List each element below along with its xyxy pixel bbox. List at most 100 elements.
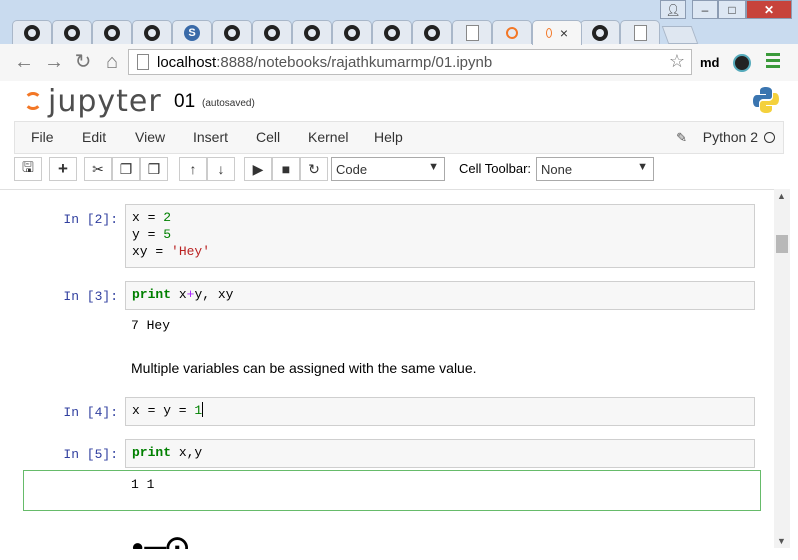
reload-button[interactable]: ↻	[72, 51, 94, 73]
paste-button[interactable]: ❒	[140, 157, 168, 181]
tab-jupyter-1[interactable]	[492, 20, 532, 45]
tab-github-3[interactable]	[92, 20, 132, 45]
plus-icon: +	[58, 159, 68, 178]
notebook-container: In [2]: x = 2y = 5 xy = 'Hey' In [3]: pri…	[0, 189, 774, 549]
scissors-icon: ✂	[92, 160, 104, 177]
tab-github-9[interactable]	[372, 20, 412, 45]
tab-github-2[interactable]	[52, 20, 92, 45]
jupyter-icon	[506, 27, 518, 39]
cell-prompt: In [4]:	[63, 405, 118, 420]
menu-insert[interactable]: Insert	[193, 129, 228, 145]
code-cell-input[interactable]: print x,y	[125, 439, 755, 468]
copy-button[interactable]: ❐	[112, 157, 140, 181]
sourcegraph-icon: S	[184, 25, 200, 41]
profile-label[interactable]: md	[700, 55, 720, 70]
cell-output: 1 1	[131, 477, 155, 492]
cut-button[interactable]: ✂	[84, 157, 112, 181]
menu-edit[interactable]: Edit	[82, 129, 106, 145]
menu-kernel[interactable]: Kernel	[308, 129, 348, 145]
reload-icon: ↻	[74, 51, 92, 73]
tab-github-6[interactable]	[252, 20, 292, 45]
scroll-down-icon[interactable]: ▼	[777, 536, 786, 546]
github-icon	[592, 25, 608, 41]
new-tab-button[interactable]	[661, 26, 699, 44]
tab-github-8[interactable]	[332, 20, 372, 45]
arrow-down-icon: ↓	[217, 161, 225, 177]
play-icon: ▶	[252, 160, 264, 177]
close-window-button[interactable]: ✕	[746, 0, 792, 19]
bookmark-star-icon[interactable]: ☆	[669, 51, 685, 72]
github-icon	[304, 25, 320, 41]
menu-bar: File Edit View Insert Cell Kernel Help ✎…	[14, 121, 784, 154]
jupyter-logo[interactable]: jupyter	[24, 84, 162, 119]
tab-document-1[interactable]	[452, 20, 492, 45]
extension-icon[interactable]	[733, 54, 751, 72]
tab-github-7[interactable]	[292, 20, 332, 45]
markdown-cell[interactable]: Multiple variables can be assigned with …	[131, 360, 477, 376]
github-icon	[384, 25, 400, 41]
menu-help[interactable]: Help	[374, 129, 403, 145]
forward-arrow-icon: →	[44, 51, 64, 73]
notebook-toolbar: 🖫︎ + ✂ ❐ ❒ ↑ ↓ ▶ ■ ↻ Code ▼ Cell Toolbar…	[14, 157, 784, 185]
scroll-up-icon[interactable]: ▲	[777, 191, 786, 201]
document-icon	[465, 25, 479, 41]
move-down-button[interactable]: ↓	[207, 157, 235, 181]
paste-icon: ❒	[147, 160, 161, 177]
github-icon	[104, 25, 120, 41]
interrupt-button[interactable]: ■	[272, 157, 300, 181]
close-tab-icon[interactable]: ×	[560, 25, 568, 41]
insert-cell-button[interactable]: +	[49, 157, 77, 181]
address-bar[interactable]: localhost:8888/notebooks/rajathkumarmp/0…	[128, 49, 692, 75]
page-icon	[137, 54, 149, 70]
stop-icon: ■	[281, 161, 291, 177]
menu-file[interactable]: File	[31, 129, 54, 145]
cell-toolbar-select[interactable]: None ▼	[536, 157, 654, 181]
move-up-button[interactable]: ↑	[179, 157, 207, 181]
cell-toolbar-value: None	[541, 162, 573, 177]
notebook-name[interactable]: 01	[174, 91, 195, 113]
copy-icon: ❐	[119, 160, 133, 177]
cell-output: 7 Hey	[131, 318, 171, 333]
heading-partial: ●—⨀	[131, 534, 189, 549]
cell-type-select[interactable]: Code ▼	[331, 157, 445, 181]
tab-github-11[interactable]	[580, 20, 620, 45]
browser-titlebar: S × 👤︎ – □ ✕	[0, 0, 798, 45]
user-profile-button[interactable]: 👤︎	[660, 0, 686, 19]
code-cell-input-active[interactable]: x = y = 1	[125, 397, 755, 426]
tab-github-10[interactable]	[412, 20, 452, 45]
kernel-name: Python 2	[702, 129, 758, 145]
tab-github-1[interactable]	[12, 20, 52, 45]
github-icon	[24, 25, 40, 41]
restart-button[interactable]: ↻	[300, 157, 328, 181]
dropdown-arrow-icon: ▼	[637, 161, 648, 173]
document-icon	[633, 25, 647, 41]
dropdown-arrow-icon: ▼	[428, 161, 439, 173]
tab-github-5[interactable]	[212, 20, 252, 45]
tab-github-4[interactable]	[132, 20, 172, 45]
home-button[interactable]: ⌂	[101, 51, 123, 73]
code-cell-input[interactable]: x = 2y = 5 xy = 'Hey'	[125, 204, 755, 268]
minimize-icon: –	[701, 2, 709, 17]
code-cell-input[interactable]: print x+y, xy	[125, 281, 755, 310]
maximize-button[interactable]: □	[718, 0, 746, 19]
run-button[interactable]: ▶	[244, 157, 272, 181]
url-host: localhost	[157, 54, 217, 71]
tab-jupyter-active[interactable]: ×	[532, 20, 582, 45]
url-text: localhost:8888/notebooks/rajathkumarmp/0…	[157, 54, 492, 71]
tab-document-2[interactable]	[620, 20, 660, 45]
maximize-icon: □	[728, 2, 736, 17]
save-button[interactable]: 🖫︎	[14, 157, 42, 181]
menu-cell[interactable]: Cell	[256, 129, 280, 145]
forward-button[interactable]: →	[43, 51, 65, 73]
home-icon: ⌂	[105, 51, 119, 73]
github-icon	[344, 25, 360, 41]
arrow-up-icon: ↑	[189, 161, 197, 177]
back-button[interactable]: ←	[13, 51, 35, 73]
vertical-scrollbar[interactable]: ▲ ▼	[774, 189, 790, 548]
menu-view[interactable]: View	[135, 129, 165, 145]
tab-sourcegraph[interactable]: S	[172, 20, 212, 45]
browser-menu-icon[interactable]	[766, 53, 780, 71]
close-icon: ✕	[763, 2, 775, 17]
scrollbar-thumb[interactable]	[776, 235, 788, 253]
minimize-button[interactable]: –	[692, 0, 718, 19]
